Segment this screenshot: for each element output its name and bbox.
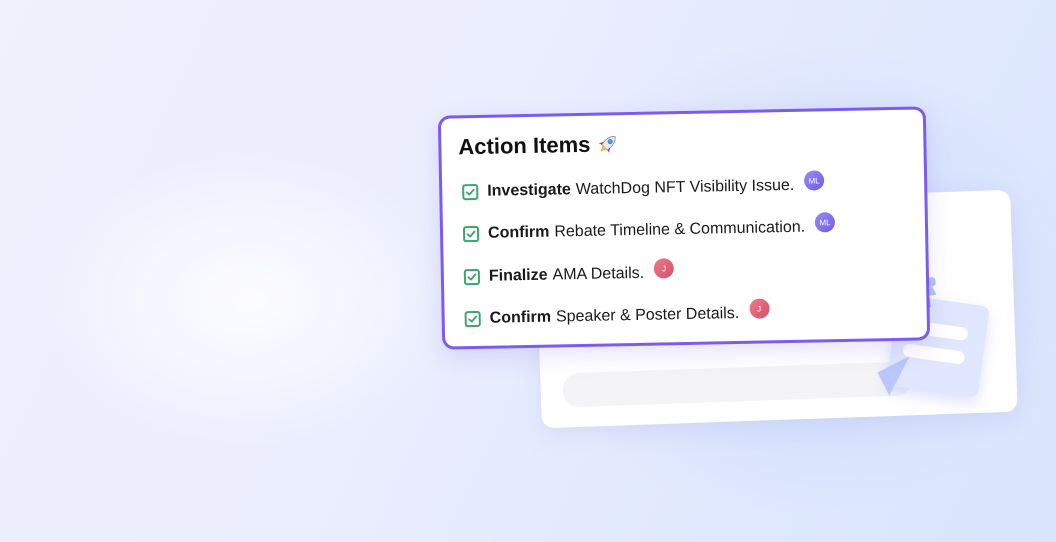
action-items-card: Action Items Investigate WatchDog NFT Vi… <box>437 106 931 350</box>
list-item[interactable]: Confirm Rebate Timeline & Communication.… <box>462 212 836 244</box>
item-text: Rebate Timeline & Communication. <box>554 218 806 241</box>
avatar[interactable]: ML <box>814 212 836 233</box>
checkbox-checked-icon[interactable] <box>462 183 479 201</box>
list-item[interactable]: Investigate WatchDog NFT Visibility Issu… <box>462 170 825 202</box>
checkbox-checked-icon[interactable] <box>463 268 481 286</box>
avatar[interactable]: ML <box>803 170 825 191</box>
placeholder-bar <box>562 361 914 408</box>
background-glow <box>40 150 460 450</box>
item-verb: Confirm <box>489 308 552 327</box>
item-verb: Investigate <box>487 181 572 200</box>
item-text: Speaker & Poster Details. <box>555 304 740 326</box>
card-title-text: Action Items <box>458 131 591 160</box>
item-text: AMA Details. <box>552 264 645 284</box>
avatar[interactable]: J <box>653 258 675 279</box>
checkbox-checked-icon[interactable] <box>462 225 480 243</box>
card-title: Action Items <box>458 131 621 160</box>
list-item[interactable]: Finalize AMA Details. J <box>463 258 675 287</box>
avatar[interactable]: J <box>748 298 770 319</box>
checkbox-checked-icon[interactable] <box>464 310 481 328</box>
list-item[interactable]: Confirm Speaker & Poster Details. J <box>464 298 770 329</box>
item-verb: Confirm <box>487 223 550 242</box>
rocket-icon <box>598 136 616 153</box>
item-verb: Finalize <box>488 266 548 285</box>
item-text: WatchDog NFT Visibility Issue. <box>575 176 795 199</box>
